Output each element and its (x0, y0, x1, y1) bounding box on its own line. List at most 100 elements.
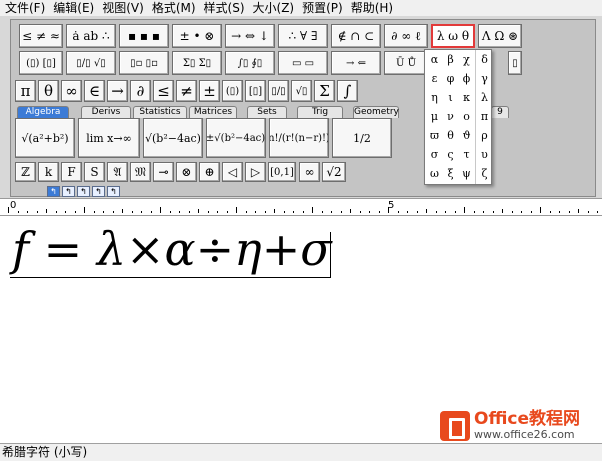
symbol-not-equal[interactable]: ≠ (176, 80, 197, 102)
greek-letter-item[interactable]: ω (426, 165, 443, 182)
template-combination[interactable]: n!/(r!(n−r)!) (269, 118, 329, 158)
palette-misc-symbols[interactable]: ∂ ∞ ℓ (384, 24, 428, 48)
menu-view[interactable]: 视图(V) (99, 0, 149, 16)
greek-letter-item[interactable]: κ (458, 89, 475, 106)
slot-button-4[interactable]: ↰ (92, 186, 105, 197)
greek-letter-item[interactable]: η (426, 89, 443, 106)
tab-sets[interactable]: Sets (247, 106, 287, 118)
greek-letter-item[interactable]: β (442, 51, 459, 68)
greek-letter-item[interactable]: π (476, 108, 493, 125)
menu-preferences[interactable]: 预置(P) (299, 0, 348, 16)
equation-editor[interactable]: f = λ×α÷η+σ Office教程网 www.office26.com (0, 216, 602, 443)
greek-letter-item[interactable]: θ (442, 127, 459, 144)
symbol-fraktur-a[interactable]: 𝔄 (107, 162, 128, 182)
template-parentheses[interactable]: (▯) (222, 80, 243, 102)
palette-spaces-ellipses[interactable]: ȧ ab ∴ (66, 24, 116, 48)
symbol-less-equal[interactable]: ≤ (153, 80, 174, 102)
greek-letter-item[interactable]: ε (426, 70, 443, 87)
template-discriminant[interactable]: √(b²−4ac) (143, 118, 203, 158)
symbol-infinity-2[interactable]: ∞ (299, 162, 320, 182)
tab-matrices[interactable]: Matrices (189, 106, 237, 118)
tab-geometry[interactable]: Geometry (353, 106, 399, 118)
symbol-s[interactable]: S (84, 162, 105, 182)
palette-relations[interactable]: ≤ ≠ ≈ (19, 24, 63, 48)
tab-derivs[interactable]: Derivs (81, 106, 131, 118)
symbol-element-of[interactable]: ∈ (84, 80, 105, 102)
greek-letter-item[interactable]: υ (476, 146, 493, 163)
greek-letter-item[interactable]: ϕ (458, 70, 475, 87)
menu-edit[interactable]: 编辑(E) (50, 0, 99, 16)
menu-help[interactable]: 帮助(H) (348, 0, 398, 16)
symbol-circled-plus[interactable]: ⊕ (199, 162, 220, 182)
equation[interactable]: f = λ×α÷η+σ (12, 221, 332, 281)
palette-box[interactable]: ▯ (508, 51, 522, 75)
symbol-right-triangle[interactable]: ▷ (245, 162, 266, 182)
menu-size[interactable]: 大小(Z) (250, 0, 300, 16)
tab-9[interactable]: 9 (491, 106, 509, 118)
template-limit[interactable]: lim x→∞ (78, 118, 140, 158)
template-quadratic-formula[interactable]: (−b±√(b²−4ac))/2a (206, 118, 266, 158)
menu-style[interactable]: 样式(S) (201, 0, 250, 16)
template-summation[interactable]: Σ (314, 80, 335, 102)
symbol-partial[interactable]: ∂ (130, 80, 151, 102)
palette-embellishments[interactable]: ▪ ▪ ▪ (119, 24, 169, 48)
palette-subscripts[interactable]: ▯▫ ▯▫ (119, 51, 169, 75)
symbol-f[interactable]: F (61, 162, 82, 182)
palette-integrals[interactable]: ∫▯ ∮▯ (225, 51, 275, 75)
greek-letter-item[interactable]: ι (442, 89, 459, 106)
tab-trig[interactable]: Trig (297, 106, 343, 118)
palette-set-theory[interactable]: ∉ ∩ ⊂ (331, 24, 381, 48)
symbol-left-triangle[interactable]: ◁ (222, 162, 243, 182)
tab-algebra[interactable]: Algebra (17, 106, 69, 118)
slot-button-3[interactable]: ↰ (77, 186, 90, 197)
greek-letter-item[interactable]: ζ (476, 165, 493, 182)
symbol-k[interactable]: k (38, 162, 59, 182)
palette-bars[interactable]: ▭ ▭ (278, 51, 328, 75)
slot-button-5[interactable]: ↰ (107, 186, 120, 197)
template-pythagoras[interactable]: √(a²+b²) (15, 118, 75, 158)
symbol-integers[interactable]: ℤ (15, 162, 36, 182)
slot-button-2[interactable]: ↰ (62, 186, 75, 197)
tab-statistics[interactable]: Statistics (133, 106, 187, 118)
palette-greek-lowercase[interactable]: λ ω θ (431, 24, 475, 48)
greek-letter-item[interactable]: α (426, 51, 443, 68)
greek-letter-item[interactable]: ς (442, 146, 459, 163)
greek-letter-item[interactable]: σ (426, 146, 443, 163)
symbol-right-arrow[interactable]: → (107, 80, 128, 102)
greek-letter-item[interactable]: μ (426, 108, 443, 125)
greek-letter-item[interactable]: φ (442, 70, 459, 87)
palette-fractions-radicals[interactable]: ▯/▯ √▯ (66, 51, 116, 75)
greek-letter-item[interactable]: ο (458, 108, 475, 125)
template-radical[interactable]: √▯ (291, 80, 312, 102)
palette-summation[interactable]: Σ▯ Σ▯ (172, 51, 222, 75)
palette-logical[interactable]: ∴ ∀ ∃ (278, 24, 328, 48)
greek-letter-item[interactable]: ρ (476, 127, 493, 144)
menu-format[interactable]: 格式(M) (149, 0, 201, 16)
palette-labeled-arrows[interactable]: → ⇐ (331, 51, 381, 75)
greek-letter-item[interactable]: τ (458, 146, 475, 163)
template-brackets[interactable]: [▯] (245, 80, 266, 102)
slot-button-1[interactable]: ↰ (47, 186, 60, 197)
greek-letter-item[interactable]: ϖ (426, 127, 443, 144)
template-integral[interactable]: ∫ (337, 80, 358, 102)
symbol-infinity[interactable]: ∞ (61, 80, 82, 102)
menu-file[interactable]: 文件(F) (2, 0, 50, 16)
greek-letter-item[interactable]: ν (442, 108, 459, 125)
template-interval[interactable]: [0,1] (268, 162, 296, 182)
greek-letter-item[interactable]: ξ (442, 165, 459, 182)
symbol-theta[interactable]: θ (38, 80, 59, 102)
greek-letter-item[interactable]: δ (476, 51, 493, 68)
greek-letter-item[interactable]: λ (476, 89, 493, 106)
palette-operators[interactable]: ± • ⊗ (172, 24, 222, 48)
palette-products[interactable]: Ū Ů (384, 51, 428, 75)
symbol-pi[interactable]: π (15, 80, 36, 102)
symbol-multimap[interactable]: ⊸ (153, 162, 174, 182)
template-one-half[interactable]: 1/2 (332, 118, 392, 158)
greek-letter-item[interactable]: ψ (458, 165, 475, 182)
template-sqrt-two[interactable]: √2 (322, 162, 346, 182)
symbol-plus-minus[interactable]: ± (199, 80, 220, 102)
palette-fences[interactable]: (▯) [▯] (19, 51, 63, 75)
palette-greek-uppercase[interactable]: Λ Ω ⊛ (478, 24, 522, 48)
greek-letter-item[interactable]: χ (458, 51, 475, 68)
symbol-fraktur-m[interactable]: 𝔐 (130, 162, 151, 182)
